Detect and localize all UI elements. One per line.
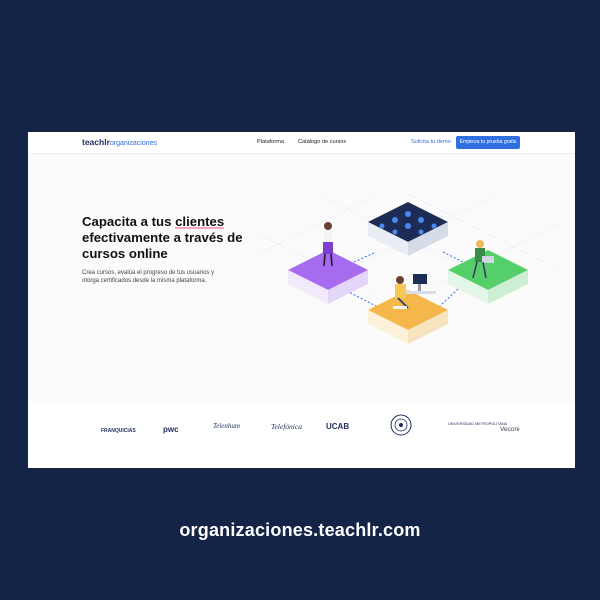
- logo-telenhum: Telenhum: [213, 422, 240, 430]
- platform-illustration: [258, 194, 558, 344]
- hero-headline: Capacita a tus clientes efectivamente a t…: [82, 214, 272, 262]
- logo-veconi: Veconi: [500, 426, 520, 433]
- logo-main: teachlr: [82, 137, 110, 147]
- footer-url[interactable]: organizaciones.teachlr.com: [0, 520, 600, 541]
- logo-telefonica: Telefónica: [271, 422, 302, 431]
- demo-link[interactable]: Solicita tu demo: [411, 139, 451, 145]
- logo-ucab: UCAB: [326, 422, 350, 431]
- client-logos-bar: [28, 402, 575, 468]
- green-tile: [448, 240, 528, 304]
- logo-pwc: pwc: [163, 425, 179, 434]
- purple-tile: [288, 222, 368, 304]
- nav-link-plataforma[interactable]: Plataforma: [257, 139, 284, 145]
- teachlr-logo[interactable]: teachlrorganizaciones: [82, 137, 157, 147]
- navbar: teachlrorganizaciones Plataforma Catálog…: [28, 132, 575, 154]
- navy-tile: [368, 202, 448, 256]
- headline-part2: efectivamente a través de cursos online: [82, 230, 243, 261]
- hero-subtext: Crea cursos, evalúa el progreso de tus u…: [82, 270, 215, 285]
- university-seal-icon: [390, 414, 412, 436]
- website-screenshot: teachlrorganizaciones Plataforma Catálog…: [28, 132, 575, 468]
- logo-sub: organizaciones: [109, 140, 157, 147]
- logo-unimet: UNIVERSIDAD METROPOLITANA: [448, 422, 508, 426]
- headline-part1: Capacita a tus: [82, 214, 176, 229]
- logo-franquicias: FRANQUICIAS: [101, 428, 136, 434]
- nav-link-catalogo[interactable]: Catálogo de cursos: [298, 139, 346, 145]
- orange-tile: [368, 274, 448, 344]
- free-trial-button[interactable]: Empieza tu prueba gratis: [456, 136, 520, 149]
- headline-highlight: clientes: [175, 214, 225, 229]
